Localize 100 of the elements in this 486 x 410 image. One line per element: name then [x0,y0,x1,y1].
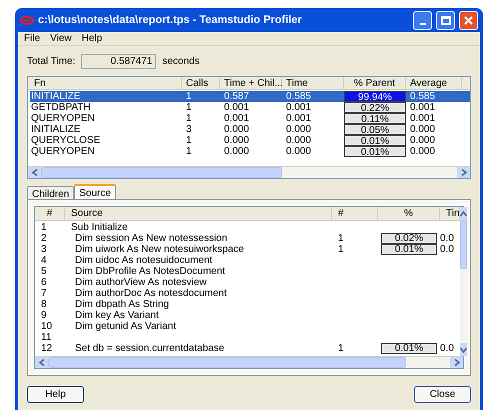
dialog-button[interactable]: Help [27,386,84,403]
time-children-cell-text: 0.000 [223,146,250,157]
total-time-label: Total Time: [27,54,76,68]
source-code-line: Dim authorView As notesview [75,277,207,288]
count-cell: 1 [338,244,344,255]
function-row[interactable]: QUERYOPEN 1 0.001 0.001 0.11% 0.001 [30,113,470,124]
time-cell-text: 0.001 [285,113,312,124]
time-children-cell-text: 0.001 [223,113,250,124]
time-cell-text: 0.000 [285,124,312,135]
menu-item[interactable]: File [24,31,40,46]
menu-item[interactable]: View [50,31,72,46]
calls-cell-text: 1 [185,102,193,113]
horizontal-scrollbar[interactable] [28,166,470,178]
vertical-scrollbar[interactable] [460,207,467,356]
function-row[interactable]: INITIALIZE 3 0.000 0.000 0.05% 0.000 [30,124,470,135]
average-cell-text: 0.000 [409,124,436,135]
percent-bar: 0.01% [344,135,406,146]
column-header[interactable]: Average [406,77,462,89]
scroll-left-icon[interactable] [28,167,41,178]
minimize-button[interactable] [413,10,432,30]
tab[interactable]: Children [27,186,74,199]
close-button[interactable] [459,10,478,30]
scroll-up-icon[interactable] [460,207,467,220]
line-number: 8 [40,299,48,310]
time-cell: 0.0 [440,244,454,255]
percent-bar: 0.05% [344,124,406,135]
source-code-line: Dim session As New notessession [75,233,228,244]
total-time-unit: seconds [162,54,200,68]
time-cell: 0.0 [440,343,454,354]
percent-bar: 0.02% [381,233,437,244]
line-number: 9 [40,310,48,321]
scroll-down-icon[interactable] [460,343,467,356]
source-code-line: Dim getunid As Variant [75,321,176,332]
fn-cell-text: QUERYCLOSE [30,135,102,146]
dialog-button[interactable]: Close [414,386,471,403]
function-row[interactable]: GETDBPATH 1 0.001 0.001 0.22% 0.001 [30,102,470,113]
time-children-cell-text: 0.000 [223,135,250,146]
fn-cell-text: GETDBPATH [30,102,92,113]
menu-item[interactable]: Help [82,31,102,46]
column-header[interactable]: Time + Chil... [220,77,282,89]
line-number: 3 [40,244,48,255]
source-code-line: Set db = session.currentdatabase [75,343,224,354]
percent-bar: 99.94% [344,91,406,102]
function-row[interactable]: INITIALIZE 1 0.587 0.585 99.94% 0.585 [30,91,470,102]
time-children-cell-text: 0.587 [223,91,250,102]
close-icon [464,16,473,24]
count-cell: 1 [338,343,344,354]
line-number: 2 [40,233,48,244]
source-code-line: Dim uiwork As New notesuiworkspace [75,244,244,255]
time-cell-text: 0.001 [285,102,312,113]
fn-cell-text: INITIALIZE [30,91,82,102]
source-code-line: Dim DbProfile As NotesDocument [75,266,226,277]
time-cell-text: 0.000 [285,135,312,146]
average-cell-text: 0.001 [409,102,436,113]
time-cell-text: 0.585 [285,91,312,102]
calls-cell-text: 1 [185,135,193,146]
time-cell: 0.0 [440,233,454,244]
line-number: 6 [40,277,48,288]
maximize-button[interactable] [436,10,455,30]
time-children-cell-text: 0.001 [223,102,250,113]
function-row[interactable]: QUERYCLOSE 1 0.000 0.000 0.01% 0.000 [30,135,470,146]
percent-bar: 0.01% [381,343,437,354]
scroll-left-icon[interactable] [35,357,48,368]
column-header[interactable]: Source [65,207,332,220]
average-cell-text: 0.001 [409,113,436,124]
window-title: c:\lotus\notes\data\report.tps - Teamstudio Profiler [38,12,303,28]
line-number: 11 [40,332,52,343]
source-code-line: Dim uidoc As notesuidocument [75,255,212,266]
total-time-field[interactable]: 0.587471 [81,54,156,68]
line-number: 12 [40,343,54,354]
percent-bar: 0.01% [381,244,437,255]
average-cell-text: 0.585 [409,91,436,102]
line-number: 10 [40,321,54,332]
function-row[interactable]: QUERYOPEN 1 0.000 0.000 0.01% 0.000 [30,146,470,157]
scroll-thumb[interactable] [460,220,467,270]
scroll-thumb[interactable] [48,357,406,368]
line-number: 7 [40,288,48,299]
app-logo-icon [20,16,34,24]
time-children-cell-text: 0.000 [223,124,250,135]
column-header[interactable]: Time [282,77,344,89]
time-cell-text: 0.000 [285,146,312,157]
percent-bar: 0.01% [344,146,406,157]
source-code-line: Dim key As Variant [75,310,159,321]
scroll-thumb[interactable] [41,167,282,178]
column-header[interactable]: Calls [182,77,220,89]
fn-cell-text: QUERYOPEN [30,146,96,157]
column-header[interactable]: % [378,207,440,220]
scroll-right-icon[interactable] [457,167,470,178]
percent-bar: 0.11% [344,113,406,124]
scroll-right-icon[interactable] [450,357,463,368]
fn-cell-text: INITIALIZE [30,124,82,135]
column-header[interactable]: Fn [30,77,182,89]
count-cell: 1 [338,233,344,244]
average-cell-text: 0.000 [409,135,436,146]
column-header[interactable]: % Parent [344,77,406,89]
column-header[interactable]: # [35,207,65,220]
line-number: 4 [40,255,48,266]
column-header[interactable]: # [332,207,378,220]
tab[interactable]: Source [74,184,116,199]
horizontal-scrollbar[interactable] [35,356,463,368]
